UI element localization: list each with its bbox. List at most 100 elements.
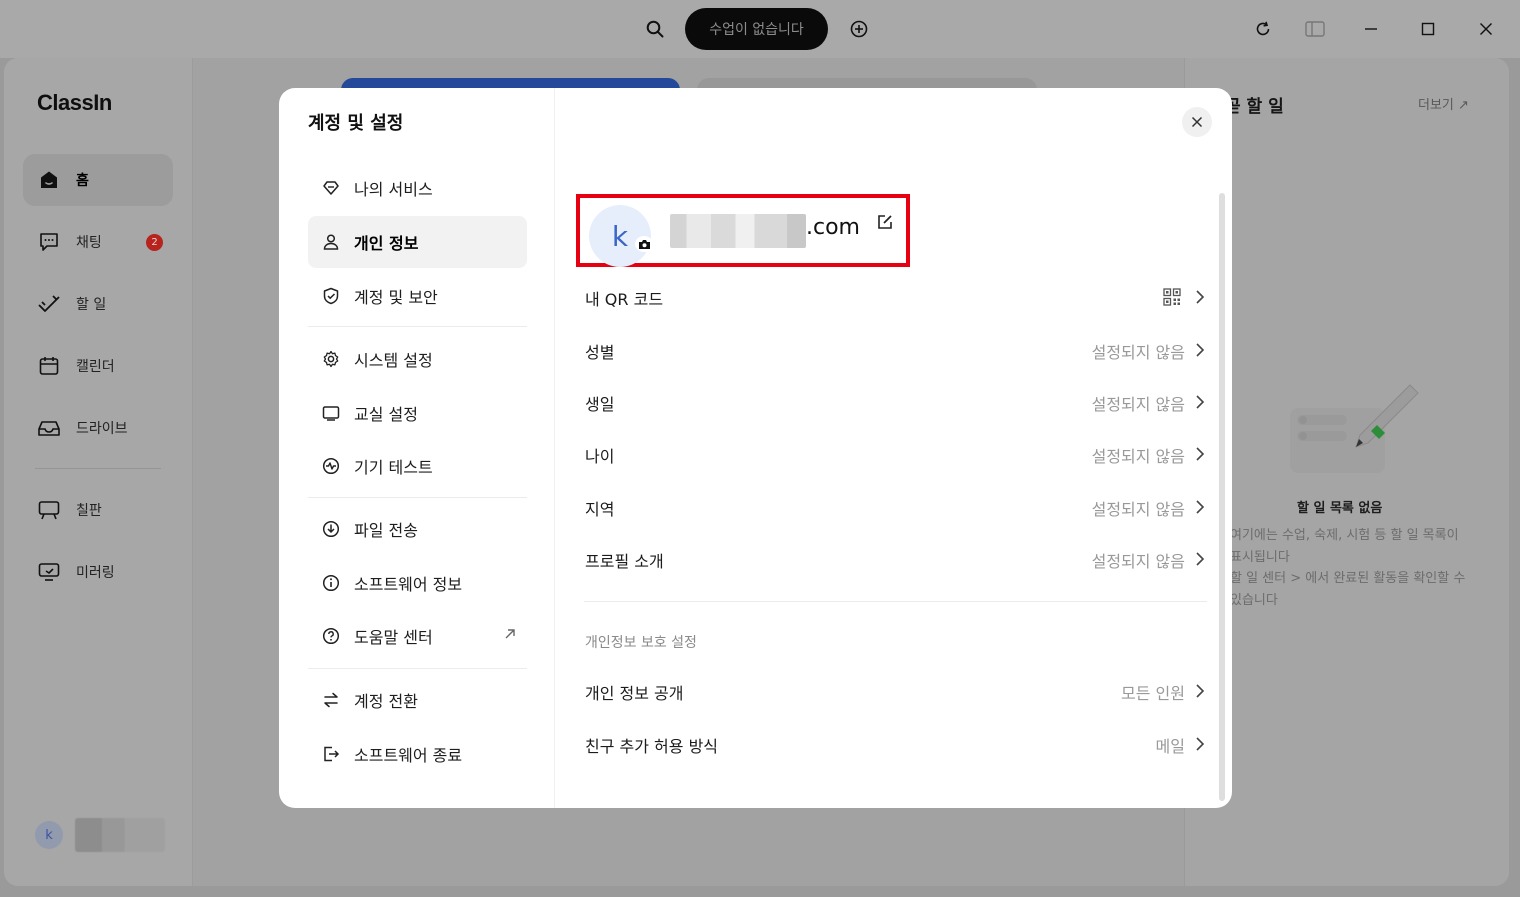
close-modal-button[interactable]	[1182, 107, 1212, 137]
menu-item-file-transfer[interactable]: 파일 전송	[308, 503, 527, 555]
empty-text-line: 표시됩니다	[1230, 549, 1290, 565]
diamond-icon	[321, 178, 341, 198]
empty-state-title: 할 일 목록 없음	[1297, 501, 1383, 516]
title-bar: 수업이 없습니다	[0, 0, 1520, 58]
maximize-icon[interactable]	[1417, 18, 1439, 40]
menu-item-label: 소프트웨어 종료	[354, 746, 463, 765]
scrollbar[interactable]	[1219, 193, 1225, 801]
upcoming-todo-panel: 곧 할 일 더보기 ↗ 할 일 목록 없음 여기에는 수업, 숙제, 시험 등 …	[1184, 58, 1509, 886]
mirroring-icon	[36, 559, 62, 585]
account-settings-modal: 계정 및 설정 나의 서비스 개인 정보 계정 및 보안 시스템 설정 교실 설…	[279, 88, 1232, 808]
privacy-section-title: 개인정보 보호 설정	[585, 635, 697, 651]
menu-divider	[308, 668, 527, 669]
class-status-pill[interactable]: 수업이 없습니다	[685, 8, 828, 50]
menu-item-label: 도움말 센터	[354, 628, 433, 647]
settings-menu: 계정 및 설정 나의 서비스 개인 정보 계정 및 보안 시스템 설정 교실 설…	[279, 88, 555, 808]
menu-item-quit-software[interactable]: 소프트웨어 종료	[308, 728, 527, 780]
edit-icon[interactable]	[876, 213, 894, 235]
chevron-right-icon	[1195, 551, 1205, 571]
menu-item-my-service[interactable]: 나의 서비스	[308, 162, 527, 214]
avatar[interactable]: k	[35, 821, 63, 849]
sidebar-item-mirroring[interactable]: 미러링	[23, 546, 173, 598]
row-region[interactable]: 지역 설정되지 않음	[585, 482, 1207, 534]
minimize-icon[interactable]	[1360, 18, 1382, 40]
blackboard-icon	[36, 497, 62, 523]
empty-text-line: 여기에는 수업, 숙제, 시험 등 할 일 목록이	[1230, 528, 1459, 543]
row-profile-visibility[interactable]: 개인 정보 공개 모든 인원	[585, 666, 1207, 718]
home-icon	[36, 167, 62, 193]
add-icon[interactable]	[848, 18, 870, 40]
menu-item-label: 나의 서비스	[354, 180, 433, 199]
menu-item-software-info[interactable]: 소프트웨어 정보	[308, 557, 527, 609]
drive-icon	[36, 415, 62, 441]
menu-item-label: 계정 전환	[354, 692, 418, 711]
download-icon	[321, 519, 341, 539]
menu-item-label: 계정 및 보안	[354, 288, 438, 307]
sidebar-item-chat[interactable]: 채팅 2	[23, 216, 173, 268]
chat-icon	[36, 229, 62, 255]
sidebar-item-calendar[interactable]: 캘린더	[23, 340, 173, 392]
menu-item-system-settings[interactable]: 시스템 설정	[308, 333, 527, 385]
search-icon[interactable]	[644, 18, 666, 40]
section-divider	[584, 601, 1207, 602]
row-friend-request-method[interactable]: 친구 추가 허용 방식 메일	[585, 719, 1207, 771]
more-link[interactable]: 더보기 ↗	[1418, 94, 1469, 113]
email-suffix: .com	[806, 215, 860, 240]
empty-todo-illustration-icon	[1290, 384, 1419, 473]
sidebar-item-home[interactable]: 홈	[23, 154, 173, 206]
menu-item-personal-info[interactable]: 개인 정보	[308, 216, 527, 268]
row-label: 프로필 소개	[585, 552, 664, 571]
user-name-redacted	[75, 818, 165, 852]
close-window-icon[interactable]	[1475, 18, 1497, 40]
menu-item-label: 시스템 설정	[354, 351, 433, 370]
refresh-icon[interactable]	[1252, 18, 1274, 40]
switch-icon	[321, 690, 341, 710]
row-value: 설정되지 않음	[1091, 395, 1185, 414]
shield-icon	[321, 286, 341, 306]
row-my-qr-code[interactable]: 내 QR 코드	[585, 272, 1207, 324]
row-value: 모든 인원	[1121, 684, 1185, 703]
menu-item-device-test[interactable]: 기기 테스트	[308, 440, 527, 492]
sidebar-item-label: 홈	[76, 173, 89, 189]
sidebar-item-drive[interactable]: 드라이브	[23, 402, 173, 454]
app-logo: ClassIn	[37, 90, 112, 115]
logout-icon	[321, 744, 341, 764]
empty-state-text: 여기에는 수업, 숙제, 시험 등 할 일 목록이 표시됩니다 할 일 센터 >…	[1230, 525, 1490, 611]
row-profile-intro[interactable]: 프로필 소개 설정되지 않음	[585, 534, 1207, 586]
row-label: 나이	[585, 447, 615, 466]
sidebar-toggle-icon[interactable]	[1304, 18, 1326, 40]
info-icon	[321, 573, 341, 593]
row-value: 메일	[1155, 737, 1185, 756]
chevron-right-icon	[1195, 394, 1205, 414]
external-link-icon	[503, 626, 517, 645]
menu-item-help-center[interactable]: 도움말 센터	[308, 610, 527, 662]
calendar-icon	[36, 353, 62, 379]
chevron-right-icon	[1195, 683, 1205, 703]
menu-item-classroom-settings[interactable]: 교실 설정	[308, 387, 527, 439]
chevron-right-icon	[1195, 736, 1205, 756]
sidebar-item-label: 채팅	[76, 235, 102, 251]
menu-item-label: 소프트웨어 정보	[354, 575, 463, 594]
menu-item-label: 기기 테스트	[354, 458, 433, 477]
sidebar-item-label: 할 일	[76, 297, 107, 313]
row-age[interactable]: 나이 설정되지 않음	[585, 429, 1207, 481]
menu-item-label: 개인 정보	[354, 234, 419, 253]
menu-item-switch-account[interactable]: 계정 전환	[308, 674, 527, 726]
chevron-right-icon	[1195, 342, 1205, 362]
row-birthday[interactable]: 생일 설정되지 않음	[585, 377, 1207, 429]
row-gender[interactable]: 성별 설정되지 않음	[585, 325, 1207, 377]
sidebar-item-blackboard[interactable]: 칠판	[23, 484, 173, 536]
camera-icon[interactable]	[635, 236, 653, 252]
chevron-right-icon	[1195, 499, 1205, 519]
sidebar-item-label: 칠판	[76, 503, 102, 519]
row-value: 설정되지 않음	[1091, 500, 1185, 519]
menu-item-account-security[interactable]: 계정 및 보안	[308, 270, 527, 322]
help-icon	[321, 626, 341, 646]
row-value: 설정되지 않음	[1091, 552, 1185, 571]
empty-text-line: 할 일 센터 > 에서 완료된 활동을 확인할 수	[1230, 571, 1466, 586]
sidebar-item-todo[interactable]: 할 일	[23, 278, 173, 330]
modal-title: 계정 및 설정	[308, 113, 404, 134]
sidebar-item-label: 캘린더	[76, 359, 115, 375]
sidebar-divider	[35, 468, 161, 469]
panel-title: 곧 할 일	[1225, 97, 1284, 117]
